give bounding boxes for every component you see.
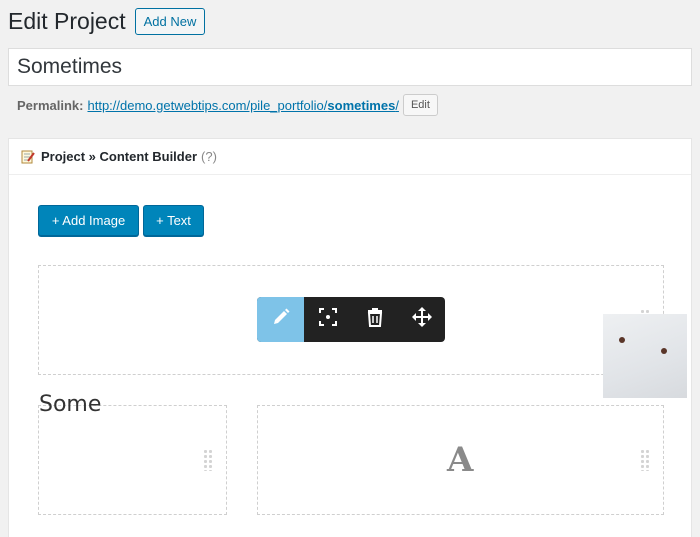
delete-block-button[interactable] — [351, 297, 398, 342]
permalink-row: Permalink: http://demo.getwebtips.com/pi… — [17, 94, 438, 116]
text-placeholder-icon: A — [447, 440, 474, 480]
page-title: Edit Project — [8, 7, 126, 34]
pencil-icon — [271, 307, 291, 332]
trash-icon — [366, 307, 384, 332]
permalink-url-base: http://demo.getwebtips.com/pile_portfoli… — [87, 97, 328, 113]
permalink-url-trailing: / — [395, 97, 399, 113]
move-icon — [411, 306, 433, 333]
image-thumbnail[interactable] — [603, 314, 687, 398]
move-block-button[interactable] — [398, 297, 445, 342]
permalink-link[interactable]: http://demo.getwebtips.com/pile_portfoli… — [87, 98, 398, 113]
add-text-button[interactable]: + Text — [143, 205, 204, 236]
position-block-button[interactable] — [304, 297, 351, 342]
metabox-header: Project » Content Builder (?) — [9, 139, 691, 175]
edit-block-button[interactable] — [257, 297, 304, 342]
block-toolbar — [257, 297, 445, 342]
memo-icon — [21, 150, 35, 164]
title-row: Edit Project Add New — [8, 6, 206, 36]
text-block-content: Some — [39, 392, 102, 417]
drag-handle-icon[interactable] — [203, 449, 213, 471]
permalink-url-slug: sometimes — [327, 97, 396, 113]
add-image-button[interactable]: + Add Image — [38, 205, 139, 236]
image-detail — [661, 348, 667, 354]
image-detail — [619, 337, 625, 343]
builder-block-text[interactable] — [38, 405, 227, 515]
post-title-input[interactable]: Sometimes — [8, 48, 692, 86]
metabox-title: Project » Content Builder — [41, 149, 198, 164]
focus-icon — [318, 307, 338, 332]
add-new-button[interactable]: Add New — [134, 7, 206, 35]
permalink-label: Permalink: — [17, 97, 84, 113]
permalink-edit-button[interactable]: Edit — [402, 94, 438, 116]
drag-handle-icon[interactable] — [640, 449, 650, 471]
metabox-help[interactable]: (?) — [201, 149, 217, 164]
